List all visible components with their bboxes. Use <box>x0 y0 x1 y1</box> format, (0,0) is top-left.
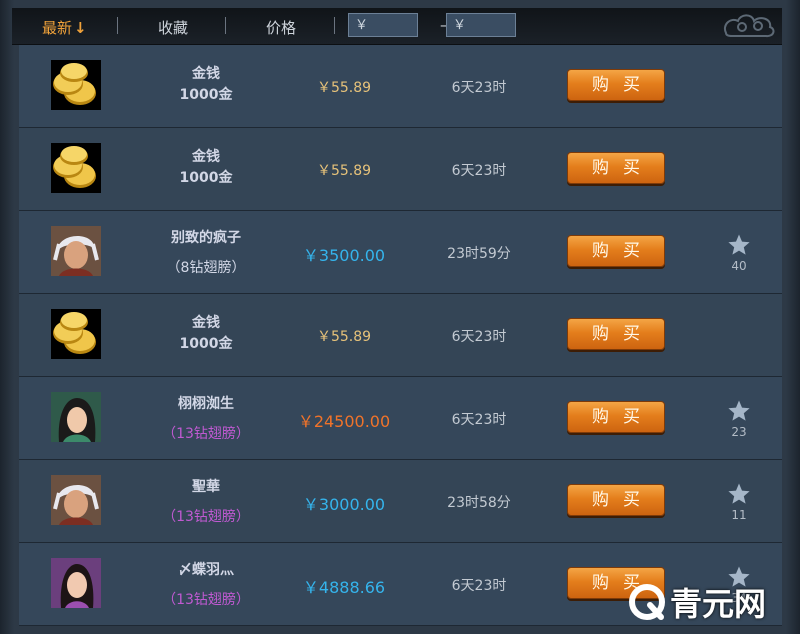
time-remaining: 6天23时 <box>451 80 507 96</box>
star-icon[interactable] <box>727 399 751 423</box>
sort-favorite-button[interactable]: 收藏 <box>158 17 188 38</box>
market-panel: 最新↓ 收藏 价格 – 金钱1000金￥55.896天23时购买金钱1000金￥… <box>0 0 800 634</box>
sort-newest-label: 最新 <box>42 19 73 37</box>
filter-bar: 最新↓ 收藏 价格 – <box>12 8 782 45</box>
listing-row: 金钱 1000金 ￥55.89 6天23时 购买 <box>19 45 782 128</box>
gold-coins-icon <box>51 309 101 359</box>
item-price: ￥55.89 <box>316 80 372 96</box>
item-subtitle: （8钻翅膀） <box>166 260 246 276</box>
buy-button[interactable]: 购买 <box>567 152 665 184</box>
item-name: 金钱 <box>192 315 220 331</box>
gold-coins-icon <box>51 143 101 193</box>
item-name: 别致的疯子 <box>171 230 241 246</box>
item-name: 金钱 <box>192 66 220 82</box>
listing-row: 别致的疯子 （8钻翅膀） ￥3500.00 23时59分 购买 40 <box>19 211 782 294</box>
item-subtitle: （13钻翅膀） <box>162 592 250 608</box>
item-price: ￥4888.66 <box>302 578 386 597</box>
divider <box>117 17 118 34</box>
buy-button[interactable]: 购买 <box>567 318 665 350</box>
time-remaining: 23时59分 <box>447 246 511 262</box>
buy-button[interactable]: 购买 <box>567 484 665 516</box>
character-portrait-male-white-hair <box>51 475 101 525</box>
favorite-count: 40 <box>731 259 747 273</box>
buy-button[interactable]: 购买 <box>567 401 665 433</box>
sort-price-button[interactable]: 价格 <box>266 17 296 38</box>
star-icon[interactable] <box>727 233 751 257</box>
item-subtitle: （13钻翅膀） <box>162 426 250 442</box>
gold-coins-icon <box>51 60 101 110</box>
listing-row: 金钱 1000金 ￥55.89 6天23时 购买 <box>19 294 782 377</box>
item-subtitle: （13钻翅膀） <box>162 509 250 525</box>
favorite-count: 11 <box>731 508 747 522</box>
watermark-text: 青元网 <box>670 585 767 623</box>
time-remaining: 6天23时 <box>451 578 507 594</box>
price-min-input[interactable] <box>348 13 418 37</box>
time-remaining: 6天23时 <box>451 163 507 179</box>
time-remaining: 23时58分 <box>447 495 511 511</box>
item-name: 栩栩洳生 <box>178 396 234 412</box>
star-icon[interactable] <box>727 482 751 506</box>
listing-row: 栩栩洳生 （13钻翅膀） ￥24500.00 6天23时 购买 23 <box>19 377 782 460</box>
item-price: ￥55.89 <box>316 163 372 179</box>
sort-newest-button[interactable]: 最新 ↓ <box>42 17 87 38</box>
item-subtitle: 1000金 <box>179 336 233 352</box>
listing-row: 聖華 （13钻翅膀） ￥3000.00 23时58分 购买 11 <box>19 460 782 543</box>
item-price: ￥55.89 <box>316 329 372 345</box>
divider <box>334 17 335 34</box>
character-portrait-female-purple <box>51 558 101 608</box>
listing-table: 金钱 1000金 ￥55.89 6天23时 购买 金钱 1000金 ￥55.89 6天23时 购买… <box>19 45 782 626</box>
item-name: 聖華 <box>192 479 220 495</box>
character-portrait-male-white-hair <box>51 226 101 276</box>
item-subtitle: 1000金 <box>179 170 233 186</box>
buy-button[interactable]: 购买 <box>567 235 665 267</box>
buy-button[interactable]: 购买 <box>567 69 665 101</box>
item-name: 〆蝶羽灬 <box>178 562 234 578</box>
watermark-logo-icon <box>629 584 665 620</box>
cloud-ornament-icon <box>724 14 775 38</box>
item-subtitle: 1000金 <box>179 87 233 103</box>
time-remaining: 6天23时 <box>451 329 507 345</box>
divider <box>225 17 226 34</box>
item-price: ￥24500.00 <box>297 412 391 431</box>
time-remaining: 6天23时 <box>451 412 507 428</box>
item-price: ￥3500.00 <box>302 246 386 265</box>
price-max-input[interactable] <box>446 13 516 37</box>
arrow-down-icon: ↓ <box>74 19 87 37</box>
watermark: 青元网 <box>628 580 766 624</box>
listing-row: 金钱 1000金 ￥55.89 6天23时 购买 <box>19 128 782 211</box>
item-name: 金钱 <box>192 149 220 165</box>
favorite-count: 23 <box>731 425 747 439</box>
item-price: ￥3000.00 <box>302 495 386 514</box>
character-portrait-female-green <box>51 392 101 442</box>
